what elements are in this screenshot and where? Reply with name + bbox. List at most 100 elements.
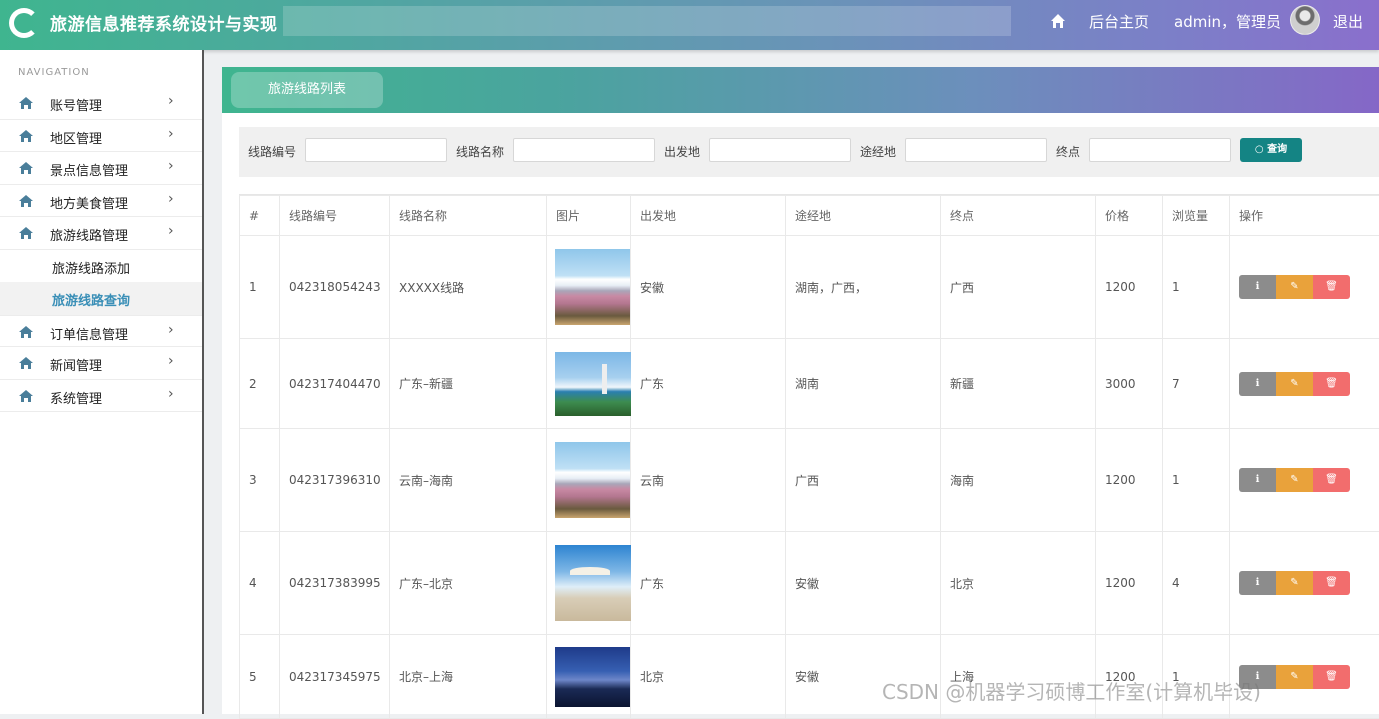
- edit-button[interactable]: ✎: [1276, 571, 1313, 595]
- sidebar-item-label: 景点信息管理: [50, 160, 128, 179]
- cell-route-name: 云南–海南: [390, 429, 547, 532]
- col-origin: 出发地: [631, 196, 786, 236]
- sidebar-item-accounts[interactable]: 账号管理 ›: [0, 87, 202, 120]
- route-image-statue[interactable]: [555, 352, 631, 416]
- cell-destination: 北京: [941, 532, 1096, 635]
- tab-route-list[interactable]: 旅游线路列表: [231, 72, 383, 108]
- view-button[interactable]: ℹ: [1239, 372, 1276, 396]
- cell-index: 2: [240, 339, 280, 429]
- info-icon: ℹ: [1256, 577, 1260, 588]
- route-image-night[interactable]: [555, 647, 631, 707]
- cell-route-no: 042318054243: [280, 236, 390, 339]
- cell-origin: 云南: [631, 429, 786, 532]
- row-actions: ℹ ✎ 🗑: [1239, 571, 1379, 595]
- cell-destination: 广西: [941, 236, 1096, 339]
- delete-button[interactable]: 🗑: [1313, 275, 1350, 299]
- col-index: #: [240, 196, 280, 236]
- cell-image: [547, 339, 631, 429]
- sidebar-item-food[interactable]: 地方美食管理 ›: [0, 185, 202, 218]
- route-image-beach[interactable]: [555, 545, 631, 621]
- table-row: 2 042317404470 广东–新疆 广东 湖南 新疆 3000 7 ℹ✎🗑: [240, 339, 1379, 429]
- view-button[interactable]: ℹ: [1239, 275, 1276, 299]
- cell-route-no: 042317396310: [280, 429, 390, 532]
- cell-via: 湖南，广西，: [786, 236, 941, 339]
- search-bar: 线路编号 线路名称 出发地 途经地 终点 ○ 查询: [239, 127, 1379, 177]
- col-price: 价格: [1096, 196, 1163, 236]
- route-name-input[interactable]: [513, 138, 655, 162]
- delete-button[interactable]: 🗑: [1313, 665, 1350, 689]
- sidebar-item-attractions[interactable]: 景点信息管理 ›: [0, 152, 202, 185]
- delete-button[interactable]: 🗑: [1313, 571, 1350, 595]
- sidebar-item-orders[interactable]: 订单信息管理 ›: [0, 315, 202, 348]
- logout-link[interactable]: 退出: [1333, 11, 1363, 32]
- cell-price: 1200: [1096, 429, 1163, 532]
- chevron-right-icon: ›: [168, 158, 174, 174]
- edit-button[interactable]: ✎: [1276, 372, 1313, 396]
- pencil-icon: ✎: [1290, 474, 1298, 485]
- route-no-input[interactable]: [305, 138, 447, 162]
- edit-button[interactable]: ✎: [1276, 468, 1313, 492]
- edit-button[interactable]: ✎: [1276, 275, 1313, 299]
- home-icon: [19, 195, 33, 207]
- cell-index: 3: [240, 429, 280, 532]
- home-icon: [19, 390, 33, 402]
- pencil-icon: ✎: [1290, 577, 1298, 588]
- backend-home-link[interactable]: 后台主页: [1089, 11, 1149, 32]
- info-icon: ℹ: [1256, 474, 1260, 485]
- via-input[interactable]: [905, 138, 1047, 162]
- cell-image: [547, 635, 631, 719]
- cell-route-name: 广东–新疆: [390, 339, 547, 429]
- col-via: 途经地: [786, 196, 941, 236]
- cell-index: 5: [240, 635, 280, 719]
- cell-via: 广西: [786, 429, 941, 532]
- view-button[interactable]: ℹ: [1239, 468, 1276, 492]
- sidebar-item-label: 账号管理: [50, 95, 102, 114]
- chevron-right-icon: ›: [168, 386, 174, 402]
- sidebar-item-news[interactable]: 新闻管理 ›: [0, 347, 202, 380]
- pencil-icon: ✎: [1290, 378, 1298, 389]
- trash-icon: 🗑: [1325, 474, 1338, 485]
- home-icon[interactable]: [1050, 13, 1066, 29]
- cell-views: 4: [1163, 532, 1230, 635]
- col-image: 图片: [547, 196, 631, 236]
- route-image-sakura[interactable]: [555, 442, 631, 518]
- chevron-right-icon: ›: [168, 126, 174, 142]
- cell-destination: 新疆: [941, 339, 1096, 429]
- cell-route-no: 042317404470: [280, 339, 390, 429]
- sidebar-subitem-route-add[interactable]: 旅游线路添加: [0, 250, 202, 283]
- table-row: 3 042317396310 云南–海南 云南 广西 海南 1200 1 ℹ✎🗑: [240, 429, 1379, 532]
- main-panel: 旅游线路列表 线路编号 线路名称 出发地 途经地 终点 ○ 查询 # 线路编号: [222, 67, 1379, 714]
- top-header: 旅游信息推荐系统设计与实现 后台主页 admin，管理员 退出: [0, 0, 1379, 50]
- sidebar-subitem-label: 旅游线路添加: [52, 258, 130, 277]
- title-highlight: [283, 6, 1011, 36]
- delete-button[interactable]: 🗑: [1313, 468, 1350, 492]
- sidebar: NAVIGATION 账号管理 › 地区管理 › 景点信息管理 › 地方美食管理…: [0, 50, 204, 714]
- cell-price: 1200: [1096, 236, 1163, 339]
- cell-origin: 安徽: [631, 236, 786, 339]
- avatar[interactable]: [1290, 5, 1320, 35]
- cell-image: [547, 429, 631, 532]
- search-button-label: 查询: [1267, 144, 1287, 155]
- info-icon: ℹ: [1256, 378, 1260, 389]
- edit-button[interactable]: ✎: [1276, 665, 1313, 689]
- search-button[interactable]: ○ 查询: [1240, 138, 1302, 162]
- sidebar-item-regions[interactable]: 地区管理 ›: [0, 120, 202, 153]
- sidebar-subitem-route-query[interactable]: 旅游线路查询: [0, 282, 202, 315]
- sidebar-item-label: 系统管理: [50, 388, 102, 407]
- home-icon: [19, 326, 33, 338]
- sidebar-item-system[interactable]: 系统管理 ›: [0, 380, 202, 413]
- cell-price: 1200: [1096, 532, 1163, 635]
- destination-input[interactable]: [1089, 138, 1231, 162]
- home-icon: [19, 357, 33, 369]
- app-title: 旅游信息推荐系统设计与实现: [50, 10, 278, 35]
- home-icon: [19, 130, 33, 142]
- route-image-sakura[interactable]: [555, 249, 631, 325]
- sidebar-subitem-label: 旅游线路查询: [52, 290, 130, 309]
- info-icon: ℹ: [1256, 281, 1260, 292]
- delete-button[interactable]: 🗑: [1313, 372, 1350, 396]
- cell-actions: ℹ ✎ 🗑: [1230, 532, 1379, 635]
- view-button[interactable]: ℹ: [1239, 571, 1276, 595]
- sidebar-item-routes[interactable]: 旅游线路管理 ›: [0, 217, 202, 250]
- origin-input[interactable]: [709, 138, 851, 162]
- search-icon: ○: [1255, 144, 1267, 155]
